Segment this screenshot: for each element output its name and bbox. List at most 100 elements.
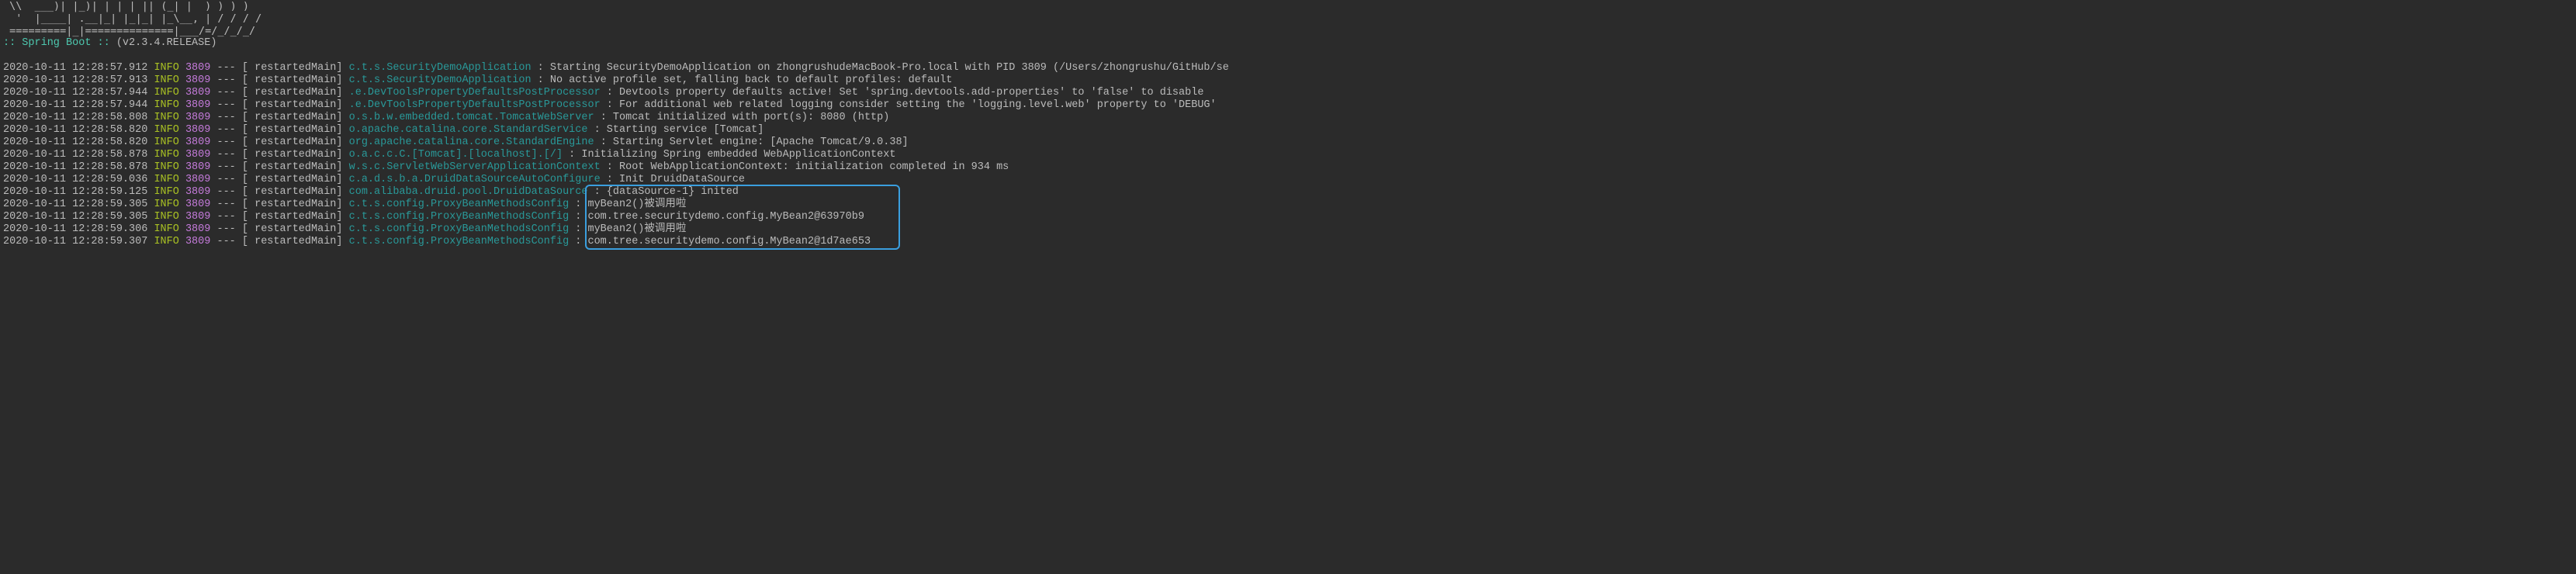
log-timestamp: 2020-10-11 12:28:58.878 — [3, 161, 154, 173]
log-pid: 3809 — [185, 99, 210, 111]
log-sep: : — [569, 149, 581, 161]
log-line: 2020-10-11 12:28:57.912 INFO 3809 --- [ … — [3, 62, 2573, 74]
log-logger: org.apache.catalina.core.StandardEngine — [349, 137, 601, 148]
log-level: INFO — [154, 124, 178, 136]
log-level: INFO — [154, 236, 178, 247]
log-line: 2020-10-11 12:28:57.944 INFO 3809 --- [ … — [3, 99, 2573, 112]
log-logger: o.apache.catalina.core.StandardService — [349, 124, 594, 136]
log-logger: c.t.s.config.ProxyBeanMethodsConfig — [349, 199, 576, 210]
log-pid: 3809 — [185, 199, 210, 210]
log-pid: 3809 — [185, 236, 210, 247]
log-dashes: --- — [216, 161, 235, 173]
log-line: 2020-10-11 12:28:59.305 INFO 3809 --- [ … — [3, 199, 2573, 211]
log-pid: 3809 — [185, 223, 210, 235]
log-msg: Initializing Spring embedded WebApplicat… — [581, 149, 895, 161]
log-sep: : — [601, 137, 613, 148]
log-dashes: --- — [216, 174, 235, 185]
log-thread: [ restartedMain] — [242, 236, 343, 247]
log-thread: [ restartedMain] — [242, 161, 343, 173]
log-logger: o.s.b.w.embedded.tomcat.TomcatWebServer — [349, 112, 601, 123]
log-timestamp: 2020-10-11 12:28:59.305 — [3, 199, 154, 210]
log-pid: 3809 — [185, 87, 210, 99]
log-timestamp: 2020-10-11 12:28:59.307 — [3, 236, 154, 247]
log-msg: Root WebApplicationContext: initializati… — [619, 161, 1009, 173]
log-sep: : — [575, 236, 587, 247]
log-level: INFO — [154, 99, 178, 111]
log-sep: : — [538, 62, 550, 74]
spring-boot-line: :: Spring Boot :: (v2.3.4.RELEASE) — [3, 37, 2573, 50]
log-msg: No active profile set, falling back to d… — [550, 74, 952, 86]
log-thread: [ restartedMain] — [242, 124, 343, 136]
log-level: INFO — [154, 211, 178, 223]
log-logger: c.t.s.config.ProxyBeanMethodsConfig — [349, 223, 576, 235]
log-timestamp: 2020-10-11 12:28:57.944 — [3, 99, 154, 111]
log-msg: Devtools property defaults active! Set '… — [619, 87, 1203, 99]
log-logger: c.t.s.config.ProxyBeanMethodsConfig — [349, 236, 576, 247]
log-pid: 3809 — [185, 124, 210, 136]
log-level: INFO — [154, 174, 178, 185]
log-thread: [ restartedMain] — [242, 199, 343, 210]
log-thread: [ restartedMain] — [242, 112, 343, 123]
log-dashes: --- — [216, 236, 235, 247]
log-level: INFO — [154, 223, 178, 235]
log-dashes: --- — [216, 137, 235, 148]
log-timestamp: 2020-10-11 12:28:58.820 — [3, 137, 154, 148]
log-timestamp: 2020-10-11 12:28:58.820 — [3, 124, 154, 136]
log-msg: com.tree.securitydemo.config.MyBean2@1d7… — [587, 236, 871, 247]
log-pid: 3809 — [185, 74, 210, 86]
spring-boot-version: (v2.3.4.RELEASE) — [116, 37, 217, 49]
log-line: 2020-10-11 12:28:57.944 INFO 3809 --- [ … — [3, 87, 2573, 99]
log-timestamp: 2020-10-11 12:28:59.125 — [3, 186, 154, 198]
log-sep: : — [575, 223, 587, 235]
log-line: 2020-10-11 12:28:59.306 INFO 3809 --- [ … — [3, 223, 2573, 236]
log-level: INFO — [154, 199, 178, 210]
log-sep: : — [575, 199, 587, 210]
log-thread: [ restartedMain] — [242, 174, 343, 185]
log-msg: Starting SecurityDemoApplication on zhon… — [550, 62, 1229, 74]
spring-boot-label: :: Spring Boot :: — [3, 37, 116, 49]
spring-ascii-banner: \\ ___)| |_)| | | | || (_| | ) ) ) ) ' |… — [3, 0, 2573, 37]
log-msg: Tomcat initialized with port(s): 8080 (h… — [613, 112, 889, 123]
log-sep: : — [607, 174, 619, 185]
log-thread: [ restartedMain] — [242, 87, 343, 99]
log-line: 2020-10-11 12:28:58.878 INFO 3809 --- [ … — [3, 149, 2573, 161]
log-pid: 3809 — [185, 112, 210, 123]
log-logger: c.a.d.s.b.a.DruidDataSourceAutoConfigure — [349, 174, 601, 185]
log-logger: c.t.s.config.ProxyBeanMethodsConfig — [349, 211, 576, 223]
log-sep: : — [607, 99, 619, 111]
log-timestamp: 2020-10-11 12:28:59.036 — [3, 174, 154, 185]
log-msg: myBean2()被调用啦 — [587, 199, 686, 210]
log-line: 2020-10-11 12:28:58.820 INFO 3809 --- [ … — [3, 137, 2573, 149]
log-timestamp: 2020-10-11 12:28:58.808 — [3, 112, 154, 123]
log-dashes: --- — [216, 62, 235, 74]
log-sep: : — [538, 74, 550, 86]
log-thread: [ restartedMain] — [242, 149, 343, 161]
log-level: INFO — [154, 87, 178, 99]
log-sep: : — [607, 161, 619, 173]
log-pid: 3809 — [185, 211, 210, 223]
log-logger: .e.DevToolsPropertyDefaultsPostProcessor — [349, 87, 601, 99]
log-line: 2020-10-11 12:28:57.913 INFO 3809 --- [ … — [3, 74, 2573, 87]
log-pid: 3809 — [185, 186, 210, 198]
log-timestamp: 2020-10-11 12:28:57.912 — [3, 62, 154, 74]
log-msg: myBean2()被调用啦 — [587, 223, 686, 235]
log-msg: com.tree.securitydemo.config.MyBean2@639… — [587, 211, 864, 223]
log-timestamp: 2020-10-11 12:28:57.913 — [3, 74, 154, 86]
log-level: INFO — [154, 149, 178, 161]
log-thread: [ restartedMain] — [242, 186, 343, 198]
log-pid: 3809 — [185, 149, 210, 161]
log-timestamp: 2020-10-11 12:28:58.878 — [3, 149, 154, 161]
log-sep: : — [575, 211, 587, 223]
log-logger: w.s.c.ServletWebServerApplicationContext — [349, 161, 601, 173]
log-level: INFO — [154, 74, 178, 86]
log-thread: [ restartedMain] — [242, 137, 343, 148]
log-line: 2020-10-11 12:28:59.125 INFO 3809 --- [ … — [3, 186, 2573, 199]
log-dashes: --- — [216, 87, 235, 99]
log-dashes: --- — [216, 149, 235, 161]
log-logger: com.alibaba.druid.pool.DruidDataSource — [349, 186, 594, 198]
log-dashes: --- — [216, 124, 235, 136]
log-pid: 3809 — [185, 62, 210, 74]
log-line: 2020-10-11 12:28:58.808 INFO 3809 --- [ … — [3, 112, 2573, 124]
log-logger: c.t.s.SecurityDemoApplication — [349, 62, 538, 74]
log-pid: 3809 — [185, 161, 210, 173]
